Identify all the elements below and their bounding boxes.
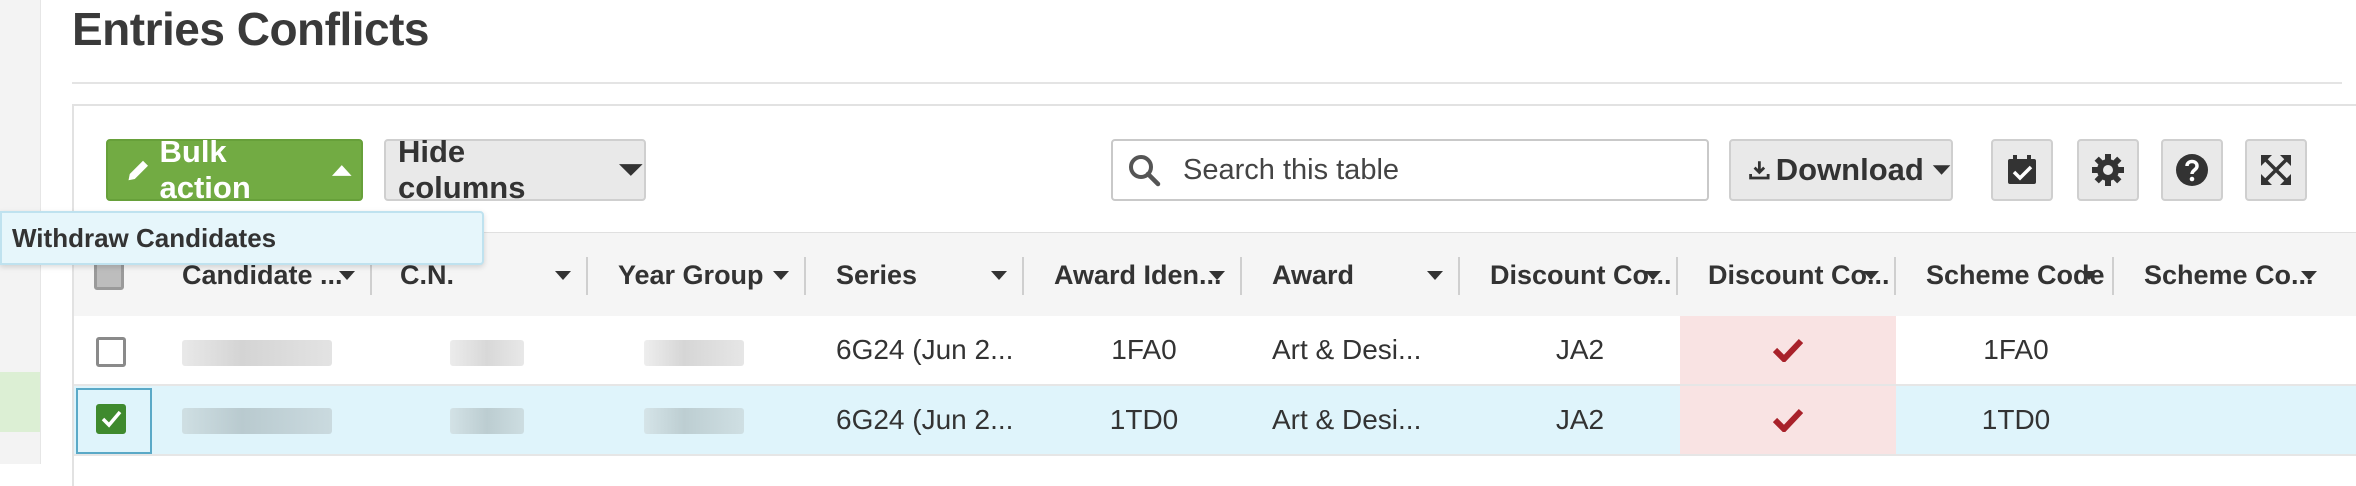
withdraw-candidates-menu-item[interactable]: Withdraw Candidates <box>12 223 276 254</box>
help-icon <box>2176 154 2208 186</box>
caret-down-icon[interactable] <box>2080 270 2098 281</box>
redacted-cn <box>450 408 524 434</box>
expand-icon <box>2261 155 2291 185</box>
row-checkbox[interactable] <box>96 337 126 367</box>
award-identifier-cell: 1TD0 <box>1109 404 1179 435</box>
caret-down-icon[interactable] <box>2300 270 2318 281</box>
calendar-check-button[interactable] <box>1991 139 2053 201</box>
table-row[interactable]: 6G24 (Jun 2... 1FA0 Art & Desi... JA2 1F… <box>74 316 2356 386</box>
caret-down-icon[interactable] <box>1862 270 1880 281</box>
scheme-code-cell: 1FA0 <box>1983 334 2049 365</box>
caret-down-icon[interactable] <box>772 270 790 281</box>
check-icon <box>1773 408 1803 432</box>
redacted-candidate-name <box>182 340 332 366</box>
award-identifier-cell: 1FA0 <box>1111 334 1177 365</box>
column-separator[interactable] <box>1240 257 1242 295</box>
column-label: Award Iden... <box>1054 259 1222 290</box>
discount-code-cell: JA2 <box>1555 404 1605 435</box>
caret-down-icon[interactable] <box>990 270 1008 281</box>
discount-code-cell: JA2 <box>1555 334 1605 365</box>
title-divider <box>72 82 2342 84</box>
redacted-cn <box>450 340 524 366</box>
hide-columns-label: Hide columns <box>398 134 526 205</box>
check-icon <box>1773 338 1803 362</box>
award-cell: Art & Desi... <box>1272 404 1422 435</box>
caret-down-icon[interactable] <box>1426 270 1444 281</box>
conflict-check-cell <box>1680 316 1896 384</box>
column-header-discount-conflict[interactable]: Discount Co... <box>1708 233 1890 317</box>
help-button[interactable] <box>2161 139 2223 201</box>
award-cell: Art & Desi... <box>1272 334 1422 365</box>
column-separator[interactable] <box>2112 257 2114 295</box>
column-separator[interactable] <box>586 257 588 295</box>
search-box[interactable] <box>1111 139 1709 201</box>
caret-up-icon <box>332 165 353 176</box>
redacted-year-group <box>644 340 744 366</box>
redacted-year-group <box>644 408 744 434</box>
column-label: Series <box>836 259 918 290</box>
gear-icon <box>2092 154 2124 186</box>
caret-down-icon <box>1932 165 1951 175</box>
column-separator[interactable] <box>1458 257 1460 295</box>
scheme-code-cell: 1TD0 <box>1981 404 2051 435</box>
caret-down-icon[interactable] <box>338 270 356 281</box>
calendar-check-icon <box>2008 155 2036 184</box>
column-separator[interactable] <box>1894 257 1896 295</box>
download-icon <box>1749 161 1770 180</box>
caret-down-icon[interactable] <box>554 270 572 281</box>
download-label: Download <box>1775 152 1924 187</box>
column-header-award-identifier[interactable]: Award Iden... <box>1054 233 1234 317</box>
bulk-action-button[interactable]: Bulk action <box>106 134 363 205</box>
column-separator[interactable] <box>1676 257 1678 295</box>
pencil-icon <box>128 160 149 181</box>
column-separator[interactable] <box>1022 257 1024 295</box>
column-separator[interactable] <box>804 257 806 295</box>
download-button[interactable]: Download <box>1729 139 1953 201</box>
search-input[interactable] <box>1181 152 1665 188</box>
column-label: Award <box>1272 259 1355 290</box>
page-title: Entries Conflicts <box>72 3 430 55</box>
fullscreen-button[interactable] <box>2245 139 2307 201</box>
column-header-scheme-code[interactable]: Scheme Code <box>1926 233 2106 317</box>
search-icon <box>1129 155 1161 187</box>
table-row[interactable]: 6G24 (Jun 2... 1TD0 Art & Desi... JA2 1T… <box>74 386 2356 456</box>
series-cell: 6G24 (Jun 2... <box>836 334 1014 365</box>
bulk-action-menu: Withdraw Candidates <box>0 211 484 265</box>
bulk-action-label: Bulk action <box>159 134 251 205</box>
column-header-discount-code[interactable]: Discount Co... <box>1490 233 1672 317</box>
column-header-scheme-conflict[interactable]: Scheme Co... <box>2144 233 2324 317</box>
column-label: Scheme Co... <box>2144 259 2314 290</box>
conflict-check-cell <box>1680 386 1896 454</box>
series-cell: 6G24 (Jun 2... <box>836 404 1014 435</box>
settings-button[interactable] <box>2077 139 2139 201</box>
caret-down-icon[interactable] <box>1208 270 1226 281</box>
column-header-year-group[interactable]: Year Group <box>618 233 798 317</box>
column-label: Scheme Code <box>1926 259 2105 290</box>
caret-down-icon[interactable] <box>1644 270 1662 281</box>
hide-columns-button[interactable]: Hide columns <box>384 134 646 205</box>
row-focus-outline <box>76 388 152 454</box>
sidebar-highlight <box>0 372 40 432</box>
redacted-candidate-name <box>182 408 332 434</box>
column-header-series[interactable]: Series <box>836 233 1016 317</box>
column-label: Year Group <box>618 259 764 290</box>
caret-down-icon <box>619 164 644 176</box>
column-header-award[interactable]: Award <box>1272 233 1452 317</box>
